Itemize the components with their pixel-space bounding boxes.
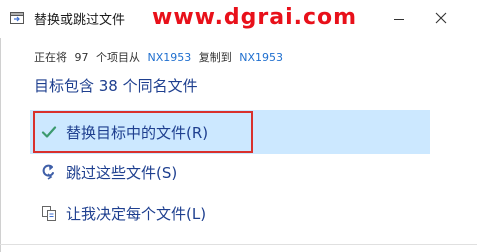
close-button[interactable] xyxy=(418,0,464,36)
replace-files-label: 替换目标中的文件(R) xyxy=(66,123,209,142)
item-count: 97 xyxy=(74,51,89,64)
source-folder-link[interactable]: NX1953 xyxy=(148,51,192,64)
title-bar: 替换或跳过文件 www.dgrai.com xyxy=(0,0,477,38)
status-copy-to: 复制到 xyxy=(198,51,232,64)
copy-files-icon xyxy=(10,12,24,24)
replace-files-option[interactable]: 替换目标中的文件(R) xyxy=(30,110,430,154)
window-title: 替换或跳过文件 xyxy=(34,13,126,28)
decide-each-file-option[interactable]: 让我决定每个文件(L) xyxy=(30,193,430,233)
decide-each-file-label: 让我决定每个文件(L) xyxy=(66,204,207,223)
copy-status: 正在将 97 个项目从 NX1953 复制到 NX1953 xyxy=(34,49,287,65)
compare-files-icon xyxy=(42,206,56,221)
skip-files-label: 跳过这些文件(S) xyxy=(66,163,178,182)
status-prefix: 正在将 xyxy=(34,51,67,64)
close-icon xyxy=(435,12,447,24)
destination-folder-link[interactable]: NX1953 xyxy=(239,51,283,64)
skip-files-option[interactable]: 跳过这些文件(S) xyxy=(30,152,430,192)
minimize-icon xyxy=(394,18,404,20)
skip-arrow-icon xyxy=(42,164,54,180)
minimize-button[interactable] xyxy=(376,0,422,36)
status-middle: 个项目从 xyxy=(96,51,140,64)
replace-or-skip-dialog: 替换或跳过文件 www.dgrai.com 正在将 97 个项目从 NX1953… xyxy=(0,0,477,252)
watermark-text: www.dgrai.com xyxy=(152,5,358,30)
bottom-divider xyxy=(0,244,477,245)
checkmark-icon xyxy=(41,126,57,138)
conflict-headline: 目标包含 38 个同名文件 xyxy=(34,77,198,95)
